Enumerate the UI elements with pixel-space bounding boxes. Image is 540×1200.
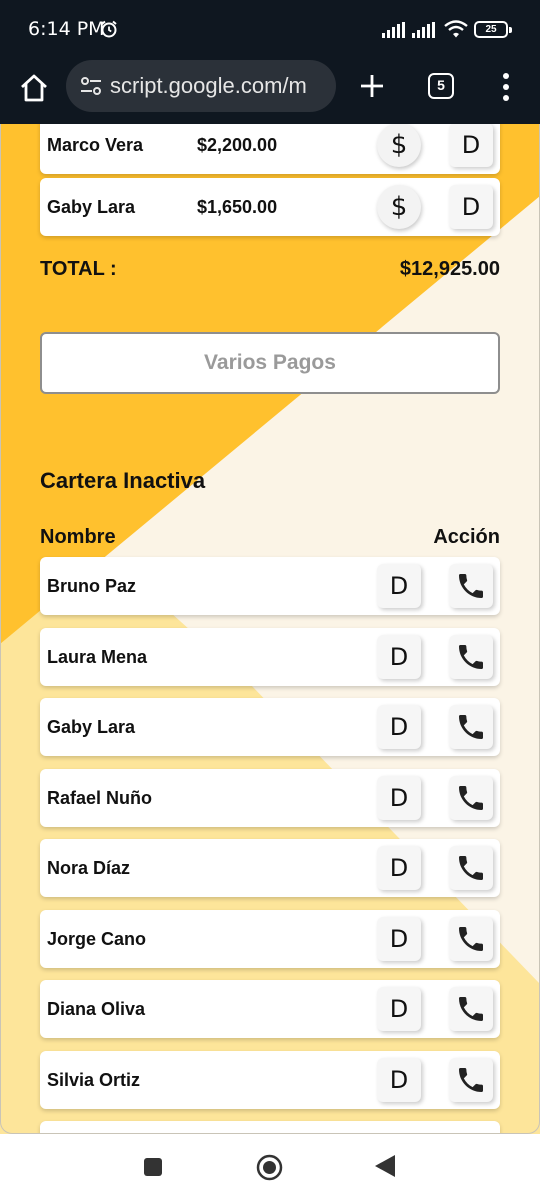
detail-button[interactable]: D: [449, 124, 493, 167]
detail-button[interactable]: D: [377, 846, 421, 890]
battery-icon: 25: [474, 21, 512, 38]
detail-button[interactable]: D: [377, 705, 421, 749]
client-name: Jorge Cano: [47, 928, 147, 949]
pay-button[interactable]: $: [377, 124, 421, 167]
column-header-name: Nombre: [40, 526, 116, 548]
client-name: Gaby Lara: [47, 717, 136, 737]
detail-button[interactable]: D: [377, 916, 421, 961]
call-button[interactable]: [449, 705, 493, 749]
client-amount: $1,650.00: [197, 197, 278, 217]
section-title: Cartera Inactiva: [40, 468, 206, 493]
detail-button[interactable]: D: [377, 987, 421, 1031]
detail-button[interactable]: D: [377, 634, 421, 679]
inactive-row: Rafael Nuño D: [40, 768, 500, 827]
signal-icon: [382, 22, 405, 38]
call-button[interactable]: [449, 846, 493, 890]
client-name: Bruno Paz: [47, 576, 137, 596]
signal-icon-2: [412, 22, 435, 38]
inactive-row: Silvia Ortiz D: [40, 1050, 500, 1109]
account-card: Marco Vera $2,200.00 $ D: [40, 124, 500, 174]
alarm-icon: [101, 20, 117, 38]
inactive-row: Nora Díaz D: [40, 839, 500, 897]
client-name: Marco Vera: [47, 135, 144, 155]
web-page: Marco Vera $2,200.00 $ D Gaby Lara $1,65…: [0, 124, 540, 1134]
address-bar[interactable]: script.google.com/m: [66, 60, 336, 112]
detail-button[interactable]: D: [377, 1057, 421, 1102]
call-button[interactable]: [449, 634, 493, 679]
detail-button[interactable]: D: [377, 564, 421, 608]
total-value: $12,925.00: [399, 258, 500, 280]
detail-button[interactable]: D: [449, 185, 493, 229]
inactive-row: Bruno Paz D: [40, 557, 500, 615]
site-settings-icon[interactable]: [80, 76, 102, 96]
pay-button[interactable]: $: [377, 185, 421, 229]
call-button[interactable]: [449, 987, 493, 1031]
browser-toolbar: script.google.com/m 5: [0, 58, 540, 124]
total-label: TOTAL :: [40, 258, 117, 280]
column-header-action: Acción: [433, 526, 500, 548]
kebab-menu-icon[interactable]: [500, 72, 512, 102]
varios-pagos-button[interactable]: Varios Pagos: [40, 332, 500, 394]
call-button[interactable]: [449, 1057, 493, 1102]
recents-icon[interactable]: [144, 1158, 162, 1176]
client-name: Rafael Nuño: [47, 787, 153, 808]
home-circle-icon[interactable]: [256, 1154, 283, 1181]
home-icon[interactable]: [18, 72, 50, 104]
wifi-icon: [444, 20, 468, 38]
client-name: Gaby Lara: [47, 197, 136, 217]
call-button[interactable]: [449, 916, 493, 961]
call-button[interactable]: [449, 564, 493, 608]
client-name: Diana Oliva: [47, 999, 146, 1019]
system-nav-bar: [0, 1134, 540, 1200]
account-card: Gaby Lara $1,650.00 $ D: [40, 178, 500, 236]
client-name: Silvia Ortiz: [47, 1069, 141, 1090]
client-amount: $2,200.00: [197, 135, 278, 155]
inactive-row: Gaby Lara D: [40, 698, 500, 756]
inactive-row: Jorge Cano D: [40, 909, 500, 968]
new-tab-icon[interactable]: [358, 72, 386, 100]
status-time: 6:14 PM: [28, 18, 105, 40]
inactive-row-partial: [40, 1121, 500, 1134]
inactive-row: Diana Oliva D: [40, 980, 500, 1038]
status-bar: 6:14 PM 25: [0, 0, 540, 58]
client-name: Nora Díaz: [47, 858, 131, 878]
url-text[interactable]: script.google.com/m: [110, 73, 326, 99]
call-button[interactable]: [449, 775, 493, 820]
inactive-row: Laura Mena D: [40, 627, 500, 686]
detail-button[interactable]: D: [377, 775, 421, 820]
tabs-icon[interactable]: 5: [428, 73, 454, 99]
client-name: Laura Mena: [47, 646, 148, 667]
back-icon[interactable]: [374, 1154, 396, 1178]
